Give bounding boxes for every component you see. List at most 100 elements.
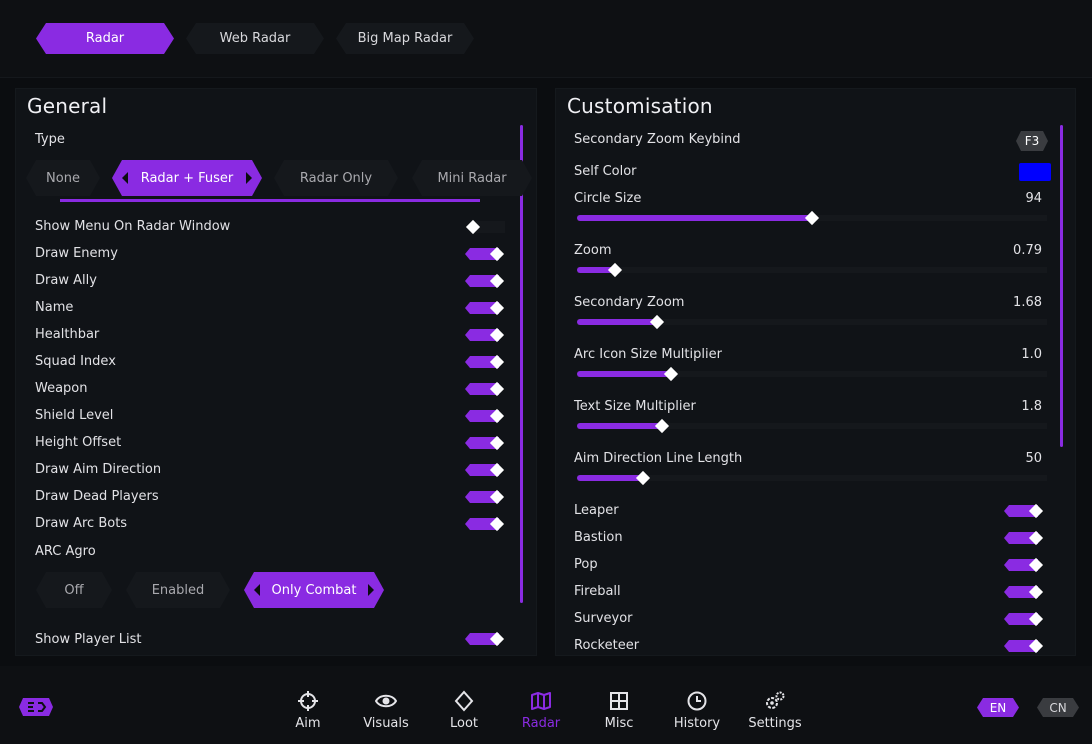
toggle-draw-enemy[interactable]	[465, 246, 505, 262]
customisation-title: Customisation	[567, 94, 713, 118]
nav-label: Radar	[521, 716, 561, 731]
slider-fill	[577, 371, 671, 377]
nav-aim[interactable]: Aim	[273, 690, 343, 731]
toggle-surveyor[interactable]	[1004, 611, 1044, 627]
language-cn-button[interactable]: CN	[1037, 698, 1079, 717]
toggle-label-draw-ally: Draw Ally	[35, 273, 97, 288]
clock-icon	[687, 691, 707, 711]
arc-agro-option-enabled[interactable]: Enabled	[126, 572, 230, 608]
arc-agro-label: ARC Agro	[35, 544, 96, 559]
general-scrollbar[interactable]	[520, 125, 523, 603]
slider-zoom[interactable]	[577, 262, 1047, 278]
toggle-fireball[interactable]	[1004, 584, 1044, 600]
slider-label-text-size-multiplier: Text Size Multiplier	[574, 399, 696, 414]
toggle-leaper[interactable]	[1004, 503, 1044, 519]
slider-thumb[interactable]	[649, 314, 665, 330]
slider-label-zoom: Zoom	[574, 243, 612, 258]
app-logo-icon	[19, 698, 53, 716]
chevron-left-icon[interactable]	[254, 584, 260, 596]
type-label: Type	[35, 132, 65, 147]
slider-secondary-zoom[interactable]	[577, 314, 1047, 330]
type-option-mini-radar[interactable]: Mini Radar	[412, 160, 532, 196]
chevron-right-icon[interactable]	[246, 172, 252, 184]
toggle-pop[interactable]	[1004, 557, 1044, 573]
grid-icon	[610, 692, 628, 710]
toggle-name[interactable]	[465, 300, 505, 316]
general-panel: General Type None Radar + Fuser Radar On…	[15, 88, 537, 656]
slider-track	[577, 267, 1047, 273]
toggle-label-squad-index: Squad Index	[35, 354, 116, 369]
map-icon	[531, 692, 551, 710]
slider-value-circle-size: 94	[1025, 191, 1042, 206]
arc-agro-option-off[interactable]: Off	[36, 572, 112, 608]
slider-fill	[577, 423, 662, 429]
nav-label: Loot	[449, 716, 479, 731]
slider-fill	[577, 475, 643, 481]
nav-history[interactable]: History	[662, 690, 732, 731]
slider-value-zoom: 0.79	[1013, 243, 1042, 258]
toggle-label-pop: Pop	[574, 557, 598, 572]
slider-aim-direction-line-length[interactable]	[577, 470, 1047, 486]
gears-icon	[766, 691, 785, 709]
customisation-scrollbar[interactable]	[1060, 125, 1063, 447]
language-en-button[interactable]: EN	[977, 698, 1019, 717]
nav-settings[interactable]: Settings	[740, 690, 810, 731]
toggle-label-draw-dead-players: Draw Dead Players	[35, 489, 159, 504]
secondary-zoom-keybind-button[interactable]: F3	[1016, 131, 1048, 151]
arc-agro-option-only-combat[interactable]: Only Combat	[244, 572, 384, 608]
nav-loot[interactable]: Loot	[429, 690, 499, 731]
type-option-radar-fuser[interactable]: Radar + Fuser	[112, 160, 262, 196]
slider-thumb[interactable]	[607, 262, 623, 278]
customisation-panel: Customisation Secondary Zoom Keybind F3 …	[555, 88, 1076, 656]
slider-value-arc-icon-size-multiplier: 1.0	[1021, 347, 1042, 362]
slider-value-text-size-multiplier: 1.8	[1021, 399, 1042, 414]
toggle-draw-dead-players[interactable]	[465, 489, 505, 505]
tab-big-map-radar[interactable]: Big Map Radar	[336, 23, 474, 54]
slider-thumb[interactable]	[654, 418, 670, 434]
toggle-label-shield-level: Shield Level	[35, 408, 114, 423]
toggle-label-bastion: Bastion	[574, 530, 623, 545]
toggle-draw-aim-direction[interactable]	[465, 462, 505, 478]
type-option-radar-only[interactable]: Radar Only	[274, 160, 398, 196]
toggle-weapon[interactable]	[465, 381, 505, 397]
nav-label: History	[673, 716, 721, 731]
slider-thumb[interactable]	[663, 366, 679, 382]
crosshair-icon	[298, 691, 318, 711]
slider-text-size-multiplier[interactable]	[577, 418, 1047, 434]
tab-web-radar[interactable]: Web Radar	[186, 23, 324, 54]
general-title: General	[27, 94, 108, 118]
slider-circle-size[interactable]	[577, 210, 1047, 226]
slider-thumb[interactable]	[804, 210, 820, 226]
toggle-draw-arc-bots[interactable]	[465, 516, 505, 532]
tab-radar[interactable]: Radar	[36, 23, 174, 54]
nav-radar[interactable]: Radar	[506, 690, 576, 731]
self-color-swatch[interactable]	[1019, 163, 1051, 181]
show-player-list-toggle[interactable]	[465, 631, 505, 647]
toggle-healthbar[interactable]	[465, 327, 505, 343]
chevron-right-icon[interactable]	[368, 584, 374, 596]
type-option-none[interactable]: None	[26, 160, 100, 196]
slider-fill	[577, 215, 812, 221]
slider-label-circle-size: Circle Size	[574, 191, 642, 206]
diamond-icon	[454, 690, 474, 712]
show-player-list-label: Show Player List	[35, 632, 142, 647]
nav-visuals[interactable]: Visuals	[351, 690, 421, 731]
toggle-height-offset[interactable]	[465, 435, 505, 451]
slider-label-aim-direction-line-length: Aim Direction Line Length	[574, 451, 743, 466]
toggle-squad-index[interactable]	[465, 354, 505, 370]
slider-arc-icon-size-multiplier[interactable]	[577, 366, 1047, 382]
toggle-label-leaper: Leaper	[574, 503, 619, 518]
toggle-bastion[interactable]	[1004, 530, 1044, 546]
toggle-show-menu-on-radar-window[interactable]	[465, 219, 505, 235]
slider-thumb[interactable]	[635, 470, 651, 486]
slider-label-secondary-zoom: Secondary Zoom	[574, 295, 685, 310]
toggle-rocketeer[interactable]	[1004, 638, 1044, 654]
nav-label: Visuals	[363, 716, 409, 731]
toggle-label-draw-enemy: Draw Enemy	[35, 246, 118, 261]
slider-value-secondary-zoom: 1.68	[1013, 295, 1042, 310]
nav-label: Settings	[748, 716, 802, 731]
toggle-shield-level[interactable]	[465, 408, 505, 424]
toggle-draw-ally[interactable]	[465, 273, 505, 289]
chevron-left-icon[interactable]	[122, 172, 128, 184]
nav-misc[interactable]: Misc	[584, 690, 654, 731]
